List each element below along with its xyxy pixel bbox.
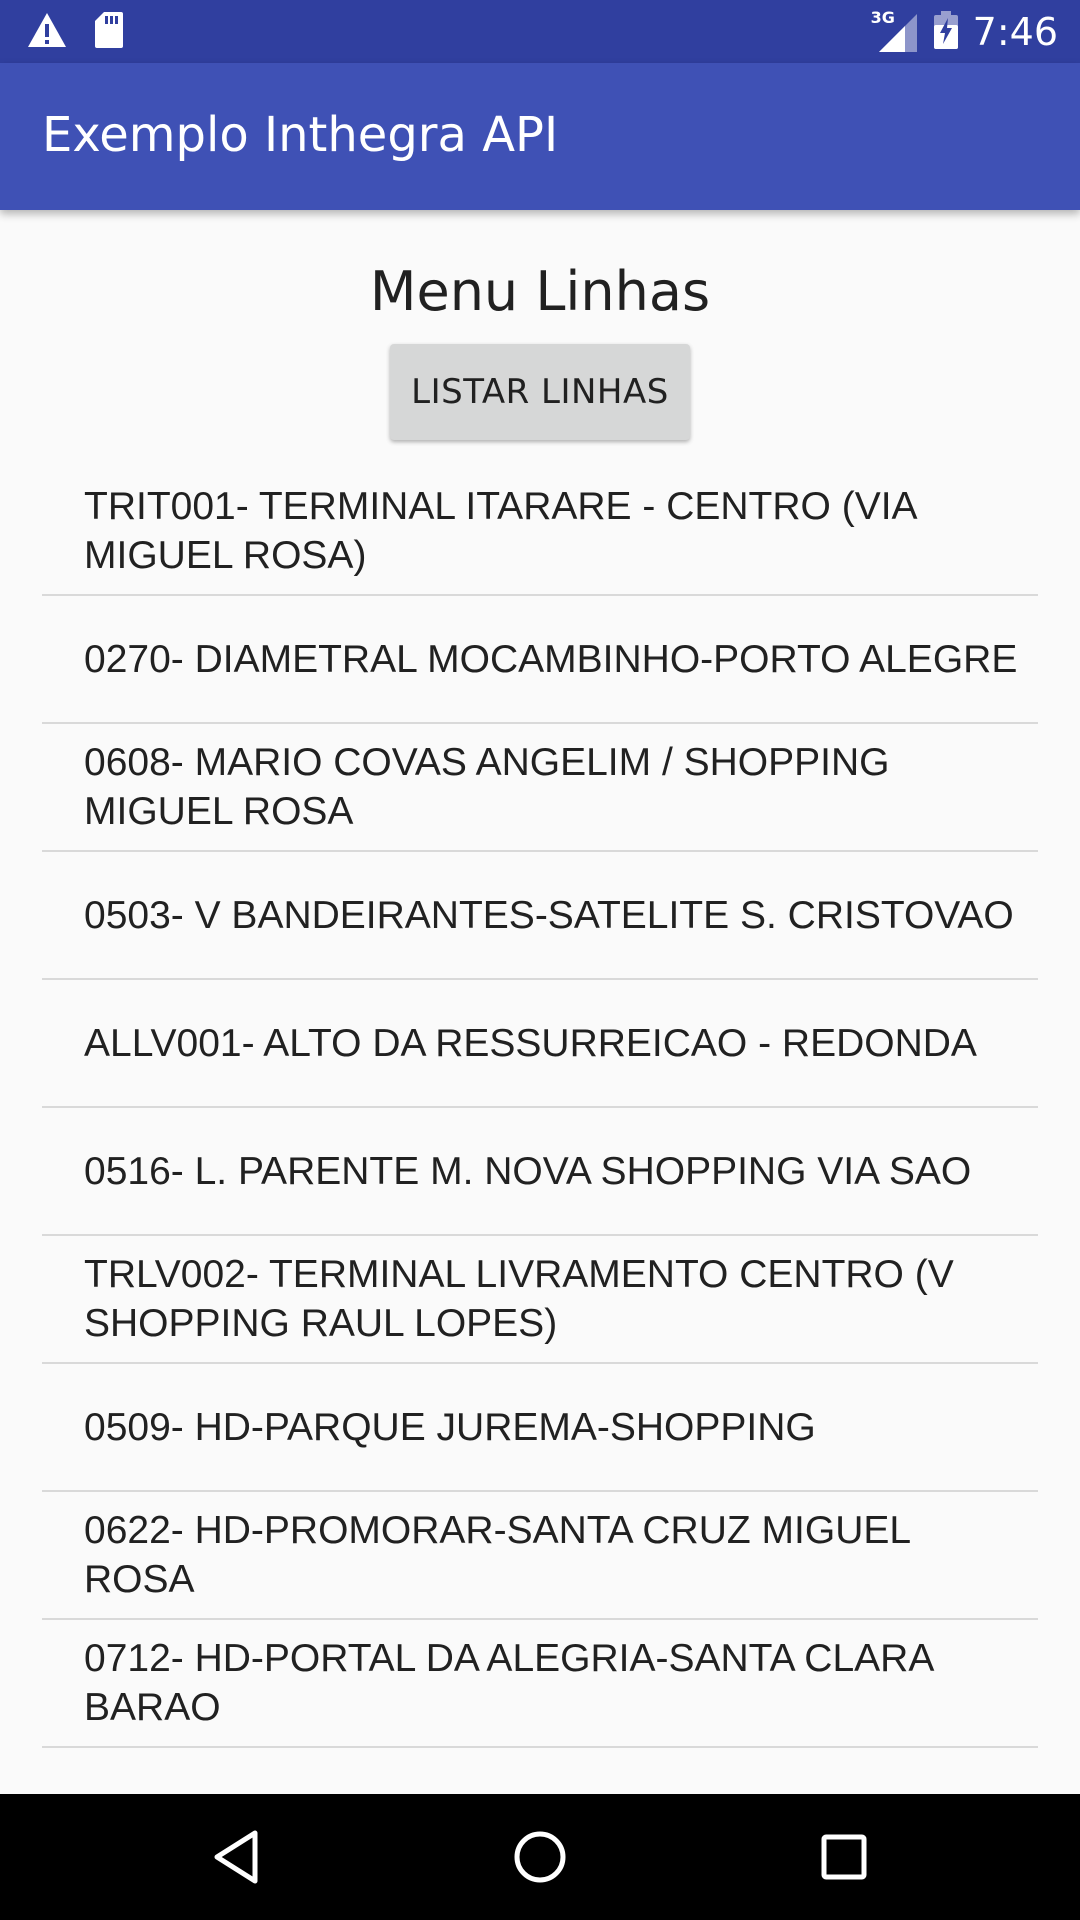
list-item[interactable]: ALLV001- ALTO DA RESSURREICAO - REDONDA <box>42 980 1038 1108</box>
recents-icon[interactable] <box>814 1827 874 1887</box>
warning-icon <box>26 11 68 53</box>
page-title: Menu Linhas <box>369 260 711 323</box>
status-bar: 3G 7:46 <box>0 0 1080 63</box>
list-item[interactable]: 0608- MARIO COVAS ANGELIM / SHOPPING MIG… <box>42 724 1038 852</box>
status-right-icons: 3G 7:46 <box>871 8 1058 56</box>
battery-charging-icon <box>933 10 959 54</box>
list-item[interactable]: 0270- DIAMETRAL MOCAMBINHO-PORTO ALEGRE <box>42 596 1038 724</box>
list-item[interactable]: 0516- L. PARENTE M. NOVA SHOPPING VIA SA… <box>42 1108 1038 1236</box>
status-left-icons <box>26 10 124 54</box>
signal-icon: 3G <box>871 8 919 54</box>
sd-card-icon <box>94 11 124 53</box>
list-item[interactable]: 0503- V BANDEIRANTES-SATELITE S. CRISTOV… <box>42 852 1038 980</box>
navigation-bar <box>0 1794 1080 1920</box>
list-item[interactable]: 0509- HD-PARQUE JUREMA-SHOPPING <box>42 1364 1038 1492</box>
list-item[interactable]: 0712- HD-PORTAL DA ALEGRIA-SANTA CLARA B… <box>42 1620 1038 1748</box>
home-icon[interactable] <box>510 1827 570 1887</box>
app-bar: Exemplo Inthegra API <box>0 63 1080 210</box>
list-item[interactable]: TRLV002- TERMINAL LIVRAMENTO CENTRO (V S… <box>42 1236 1038 1364</box>
list-item[interactable]: 0622- HD-PROMORAR-SANTA CRUZ MIGUEL ROSA <box>42 1492 1038 1620</box>
list-item[interactable]: TRIT001- TERMINAL ITARARE - CENTRO (VIA … <box>42 468 1038 596</box>
app-title: Exemplo Inthegra API <box>42 107 559 163</box>
main-content: Menu Linhas LISTAR LINHAS TRIT001- TERMI… <box>0 210 1080 1794</box>
list-lines-button[interactable]: LISTAR LINHAS <box>390 344 690 440</box>
back-icon[interactable] <box>206 1827 266 1887</box>
status-time: 7:46 <box>972 10 1058 54</box>
lines-list[interactable]: TRIT001- TERMINAL ITARARE - CENTRO (VIA … <box>42 468 1038 1748</box>
